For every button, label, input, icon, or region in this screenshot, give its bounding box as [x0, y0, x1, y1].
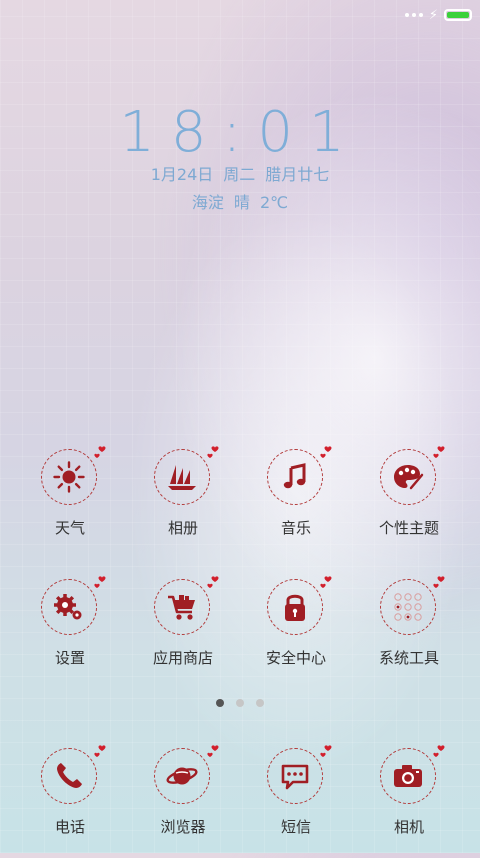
shopping-cart-icon [168, 595, 195, 620]
app-label: 相册 [167, 519, 198, 537]
app-label: 音乐 [280, 519, 311, 537]
app-settings[interactable]: 设置 [10, 576, 130, 689]
app-label: 相机 [393, 818, 424, 836]
location-label: 海淀 [191, 193, 224, 212]
clock-time[interactable]: 18:01 [0, 103, 480, 163]
dock-app-browser[interactable]: 浏览器 [123, 745, 243, 858]
app-icon-ring [41, 579, 97, 635]
signal-icon [404, 13, 423, 17]
app-icon-ring [41, 449, 97, 505]
app-icon-ring [267, 579, 323, 635]
music-note-icon [283, 463, 306, 489]
dock-app-camera[interactable]: 相机 [349, 745, 469, 858]
page-indicator [0, 699, 480, 707]
app-icon-ring [380, 748, 436, 804]
hearts-decoration-icon [320, 745, 332, 757]
charging-icon: ⚡ [428, 7, 438, 23]
hearts-decoration-icon [207, 446, 219, 458]
page-dot[interactable] [236, 699, 244, 707]
sun-icon [53, 461, 85, 493]
hearts-decoration-icon [433, 745, 445, 757]
hearts-decoration-icon [94, 745, 106, 757]
app-weather[interactable]: 天气 [10, 446, 130, 559]
app-icon-ring [380, 579, 436, 635]
app-label: 安全中心 [265, 649, 326, 667]
camera-icon [394, 765, 422, 787]
hearts-decoration-icon [207, 576, 219, 588]
app-label: 天气 [54, 519, 85, 537]
app-label: 应用商店 [152, 649, 213, 667]
app-security-center[interactable]: 安全中心 [236, 576, 356, 689]
app-label: 系统工具 [378, 649, 439, 667]
app-icon-ring [154, 449, 210, 505]
dock-app-phone[interactable]: 电话 [10, 745, 130, 858]
app-icon-ring [267, 449, 323, 505]
folder-system-tools[interactable]: 系统工具 [349, 576, 469, 689]
tools-folder-icon [394, 593, 422, 621]
app-themes[interactable]: 个性主题 [349, 446, 469, 559]
padlock-icon [285, 594, 305, 621]
date-line: 1月24日 周二 腊月廿七 [0, 165, 480, 185]
weather-label: 晴 [233, 193, 250, 212]
status-bar: ⚡ [404, 6, 472, 24]
hearts-decoration-icon [433, 576, 445, 588]
app-gallery[interactable]: 相册 [123, 446, 243, 559]
app-label: 短信 [280, 818, 311, 836]
gears-icon [54, 594, 82, 620]
hearts-decoration-icon [207, 745, 219, 757]
dock-app-messages[interactable]: 短信 [236, 745, 356, 858]
page-dot-active[interactable] [216, 699, 224, 707]
planet-icon [166, 767, 198, 785]
hearts-decoration-icon [320, 576, 332, 588]
app-icon-ring [154, 579, 210, 635]
sailboat-icon [168, 465, 196, 490]
app-label: 电话 [54, 818, 85, 836]
temperature-label: 2℃ [259, 193, 289, 212]
app-store[interactable]: 应用商店 [123, 576, 243, 689]
app-icon-ring [380, 449, 436, 505]
battery-fill [447, 12, 469, 18]
app-icon-ring [267, 748, 323, 804]
weekday-label: 周二 [223, 165, 256, 184]
app-label: 浏览器 [160, 818, 206, 836]
chat-bubble-icon [281, 764, 309, 790]
app-label: 个性主题 [378, 519, 439, 537]
weather-widget[interactable]: 海淀晴 2℃ [0, 193, 480, 213]
hearts-decoration-icon [94, 576, 106, 588]
lunar-date-label: 腊月廿七 [265, 165, 330, 184]
phone-icon [57, 763, 82, 788]
battery-icon [444, 9, 472, 21]
date-label: 1月24日 [150, 165, 214, 184]
palette-icon [394, 465, 424, 490]
hearts-decoration-icon [94, 446, 106, 458]
app-music[interactable]: 音乐 [236, 446, 356, 559]
hearts-decoration-icon [433, 446, 445, 458]
app-icon-ring [154, 748, 210, 804]
hearts-decoration-icon [320, 446, 332, 458]
app-icon-ring [41, 748, 97, 804]
page-dot[interactable] [256, 699, 264, 707]
app-label: 设置 [54, 649, 85, 667]
